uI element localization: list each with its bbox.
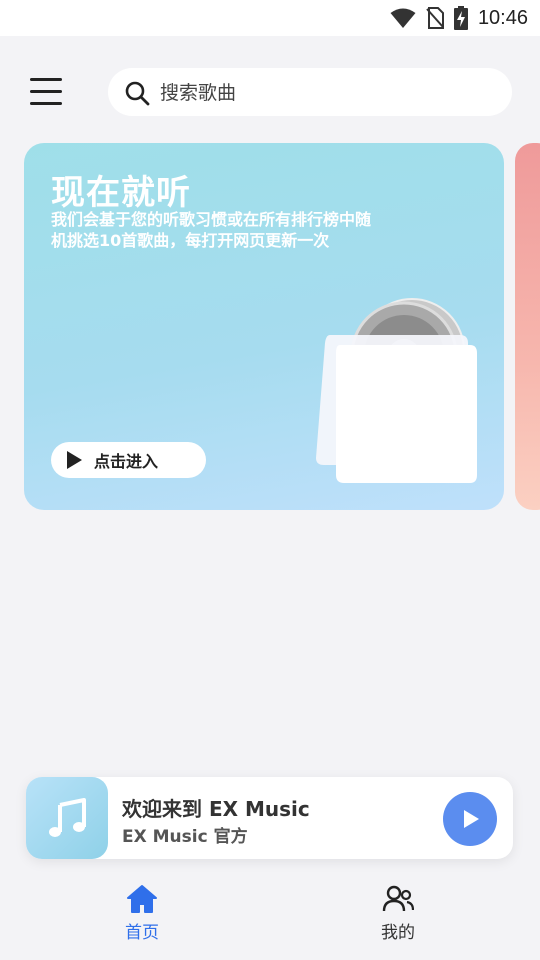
banner-title: 现在就听 bbox=[51, 173, 191, 213]
record-bag-icon bbox=[316, 298, 477, 483]
bottom-nav: 首页 我的 bbox=[0, 874, 540, 960]
music-note-icon bbox=[49, 798, 86, 837]
player-title: 欢迎来到 EX Music bbox=[122, 797, 310, 821]
play-icon bbox=[67, 451, 82, 469]
nav-item-home[interactable]: 首页 bbox=[82, 884, 202, 944]
home-icon bbox=[127, 885, 157, 913]
user-group-icon bbox=[382, 885, 414, 912]
album-cover bbox=[26, 777, 108, 859]
banner-description: 我们会基于您的听歌习惯或在所有排行榜中随机挑选10首歌曲，每打开网页更新一次 bbox=[51, 210, 372, 250]
wifi-icon bbox=[390, 8, 416, 28]
search-icon bbox=[125, 81, 150, 106]
search-input[interactable] bbox=[158, 68, 492, 118]
status-time: 10:46 bbox=[477, 6, 528, 29]
nav-home-label: 首页 bbox=[125, 923, 159, 943]
mini-player[interactable]: 欢迎来到 EX Music EX Music 官方 bbox=[26, 777, 513, 859]
next-banner-card[interactable] bbox=[515, 143, 540, 510]
play-icon bbox=[464, 810, 479, 828]
player-subtitle: EX Music 官方 bbox=[122, 827, 248, 847]
status-icons: 10:46 bbox=[390, 6, 528, 30]
play-button[interactable] bbox=[443, 792, 497, 846]
status-bar: 10:46 bbox=[0, 0, 540, 36]
nav-mine-label: 我的 bbox=[381, 923, 415, 943]
enter-button-label: 点击进入 bbox=[94, 452, 159, 471]
no-sim-icon bbox=[426, 7, 444, 29]
enter-button[interactable]: 点击进入 bbox=[51, 442, 206, 478]
battery-charging-icon bbox=[453, 6, 468, 30]
hamburger-menu-icon[interactable] bbox=[30, 78, 62, 106]
search-bar[interactable] bbox=[108, 68, 512, 118]
nav-item-mine[interactable]: 我的 bbox=[338, 884, 458, 944]
now-listen-banner[interactable]: 现在就听 我们会基于您的听歌习惯或在所有排行榜中随机挑选10首歌曲，每打开网页更… bbox=[24, 143, 504, 510]
